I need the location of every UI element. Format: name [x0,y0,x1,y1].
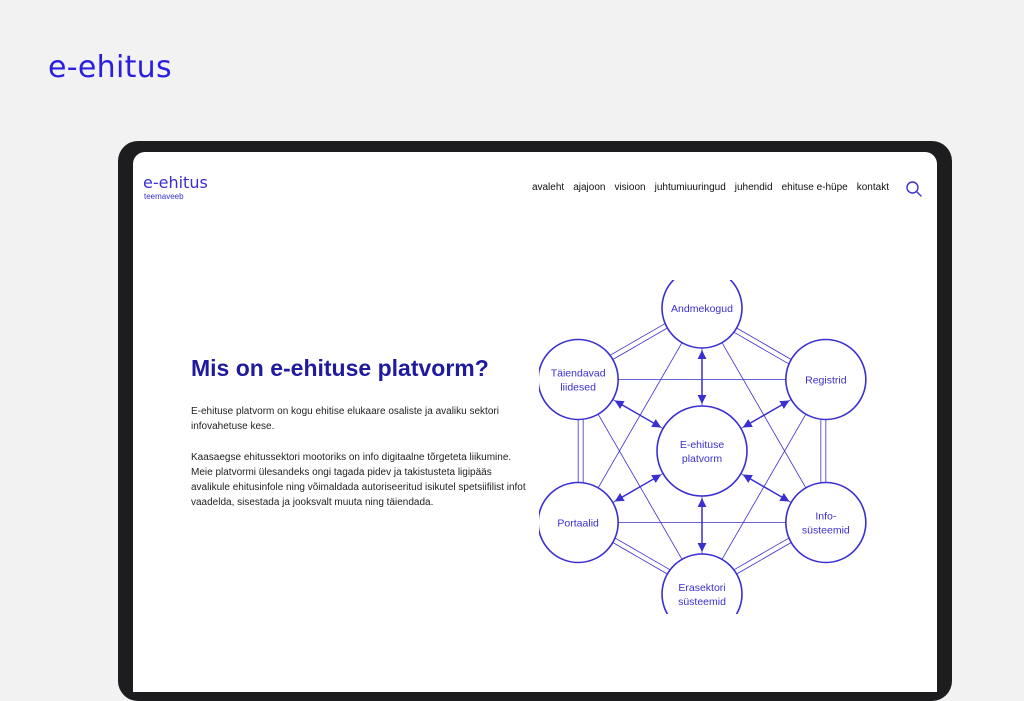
node-center-platform: E-ehituse platvorm [656,405,748,497]
nav-item-juhendid[interactable]: juhendid [735,182,773,193]
website-screen: e-ehitus teemaveeb avaleht ajajoon visio… [133,152,937,692]
node-center-platform-label: E-ehituse [680,439,725,451]
node-infosusteemid-label: süsteemid [802,525,850,537]
page-title: Mis on e-ehituse platvorm? [191,355,489,381]
nav-item-avaleht[interactable]: avaleht [532,182,564,193]
description-paragraph: Kaasaegse ehitussektori mootoriks on inf… [191,452,526,508]
node-center-platform-circle [656,405,748,497]
connector-line [733,537,789,571]
connector-line [612,542,668,575]
platform-diagram: Andmekogud Registrid Info-süsteemid Erasekt… [539,280,869,614]
node-erasektori: Erasektori süsteemid [661,553,743,614]
node-center-platform-label: platvorm [682,453,723,465]
search-button[interactable] [905,180,923,198]
nav-item-ehituse-e-hupe[interactable]: ehituse e-hüpe [782,182,848,193]
node-portaalid: Portaalid [539,481,619,564]
arrow-portaalid [614,474,662,502]
node-infosusteemid-circle [785,481,867,564]
search-icon [906,181,922,197]
brand-logo: e-ehitus [48,50,172,85]
node-taiendavad-label: liidesed [560,382,596,394]
site-logo[interactable]: e-ehitus teemaveeb [143,173,208,202]
nav-item-ajajoon[interactable]: ajajoon [573,182,605,193]
connector-line [736,327,792,360]
node-taiendavad-label: Täiendavad [551,368,606,380]
site-logo-name: e-ehitus [143,173,208,192]
node-taiendavad: Täiendavad liidesed [539,338,619,421]
node-taiendavad-circle [539,338,619,421]
node-infosusteemid-label: Info- [815,511,837,523]
connector-line [733,331,789,365]
arrow-registrid [742,400,790,428]
arrow-taiendavad [614,400,662,428]
platform-diagram-svg: AndmekogudRegistridInfo-süsteemidErasekt… [539,280,867,614]
connector-line [615,537,671,571]
connector-line [736,542,792,575]
node-erasektori-label: Erasektori [678,582,725,594]
node-erasektori-label: süsteemid [678,596,726,608]
nav-item-kontakt[interactable]: kontakt [857,182,889,193]
intro-paragraph: E-ehituse platvorm on kogu ehitise eluka… [191,406,499,432]
connector-line [612,327,668,360]
node-andmekogud-label: Andmekogud [671,303,733,315]
site-logo-subtitle: teemaveeb [144,192,184,201]
node-infosusteemid: Info-süsteemid [785,481,867,564]
arrow-infosusteemid [742,474,790,502]
node-registrid-label: Registrid [805,375,847,387]
node-portaalid-label: Portaalid [557,518,599,530]
node-registrid: Registrid [785,338,867,421]
connector-line [610,323,666,356]
nav-item-juhtumiuuringud[interactable]: juhtumiuuringud [655,182,726,193]
nav-item-visioon[interactable]: visioon [614,182,645,193]
main-nav: avaleht ajajoon visioon juhtumiuuringud … [532,182,889,193]
node-andmekogud: Andmekogud [661,280,743,349]
